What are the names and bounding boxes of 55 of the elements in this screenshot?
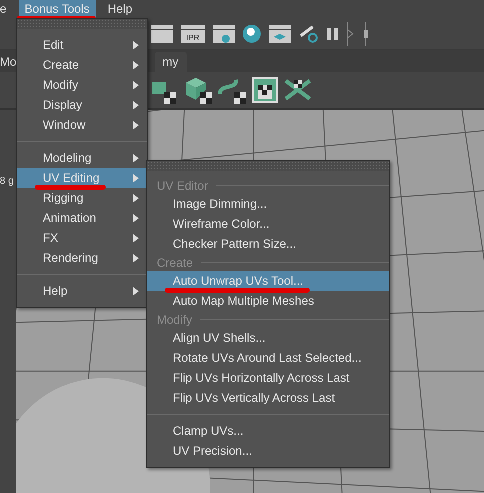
menu-title[interactable]: Help — [102, 0, 139, 18]
submenu-arrow-icon — [133, 40, 139, 50]
submenu-arrow-icon — [133, 234, 139, 242]
menu-item[interactable]: FX — [17, 228, 147, 248]
render-settings-icon[interactable] — [212, 24, 236, 44]
menu-item[interactable]: Window — [17, 115, 147, 135]
hypershade-icon[interactable] — [242, 24, 262, 44]
menu-item[interactable]: Edit — [17, 35, 147, 55]
menu-item[interactable]: Auto Unwrap UVs Tool... — [147, 271, 389, 291]
menu-item[interactable]: Animation — [17, 208, 147, 228]
submenu-arrow-icon — [133, 120, 139, 130]
submenu-arrow-icon — [133, 194, 139, 202]
menu-item[interactable]: Flip UVs Horizontally Across Last — [147, 368, 389, 388]
tear-off-handle[interactable] — [17, 19, 147, 29]
menu-item[interactable]: Display — [17, 95, 147, 115]
menu-item[interactable]: Align UV Shells... — [147, 328, 389, 348]
section-header: Modify — [157, 312, 192, 326]
shelf-tab[interactable]: my — [154, 52, 187, 72]
submenu-arrow-icon — [133, 60, 139, 70]
slider-handle-icon[interactable] — [362, 22, 370, 46]
menu-item[interactable]: Rotate UVs Around Last Selected... — [147, 348, 389, 368]
menu-item[interactable]: Rendering — [17, 248, 147, 268]
submenu-arrow-icon — [133, 286, 139, 296]
menu-item[interactable]: Modify — [17, 75, 147, 95]
menu-item[interactable]: Image Dimming... — [147, 194, 389, 214]
menu-item[interactable]: Checker Pattern Size... — [147, 234, 389, 254]
uv-editor-window-icon[interactable] — [252, 77, 278, 103]
separator-handle-icon[interactable] — [346, 22, 356, 46]
side-label: 8 g — [0, 176, 14, 187]
menu-item[interactable]: Wireframe Color... — [147, 214, 389, 234]
pause-icon[interactable] — [326, 26, 340, 42]
submenu-arrow-icon — [133, 100, 139, 110]
menu-title[interactable]: e — [0, 0, 13, 18]
menu-item[interactable]: Auto Map Multiple Meshes — [147, 291, 389, 311]
submenu-arrow-icon — [133, 154, 139, 162]
render-icon[interactable] — [150, 24, 174, 44]
menu-item[interactable]: Clamp UVs... — [147, 421, 389, 441]
submenu-arrow-icon — [133, 214, 139, 222]
submenu-arrow-icon — [133, 174, 139, 182]
tear-off-handle[interactable] — [147, 161, 389, 171]
section-header: Create — [157, 256, 194, 270]
submenu-arrow-icon — [133, 254, 139, 262]
menu-item[interactable]: Help — [17, 281, 147, 301]
menu-item[interactable]: UV Editing — [17, 168, 147, 188]
lighting-icon[interactable] — [298, 24, 320, 44]
menu-item[interactable]: UV Precision... — [147, 441, 389, 461]
render-layers-icon[interactable] — [268, 24, 292, 44]
section-header: UV Editor — [157, 178, 208, 192]
stitch-uv-icon[interactable] — [284, 77, 312, 103]
menu-item[interactable]: Rigging — [17, 188, 147, 208]
menu-item[interactable]: Flip UVs Vertically Across Last — [147, 388, 389, 408]
menu-title[interactable]: Bonus Tools — [18, 0, 96, 18]
cube-uv-icon[interactable] — [184, 76, 212, 104]
menu-item[interactable]: Modeling — [17, 148, 147, 168]
submenu-arrow-icon — [133, 80, 139, 90]
